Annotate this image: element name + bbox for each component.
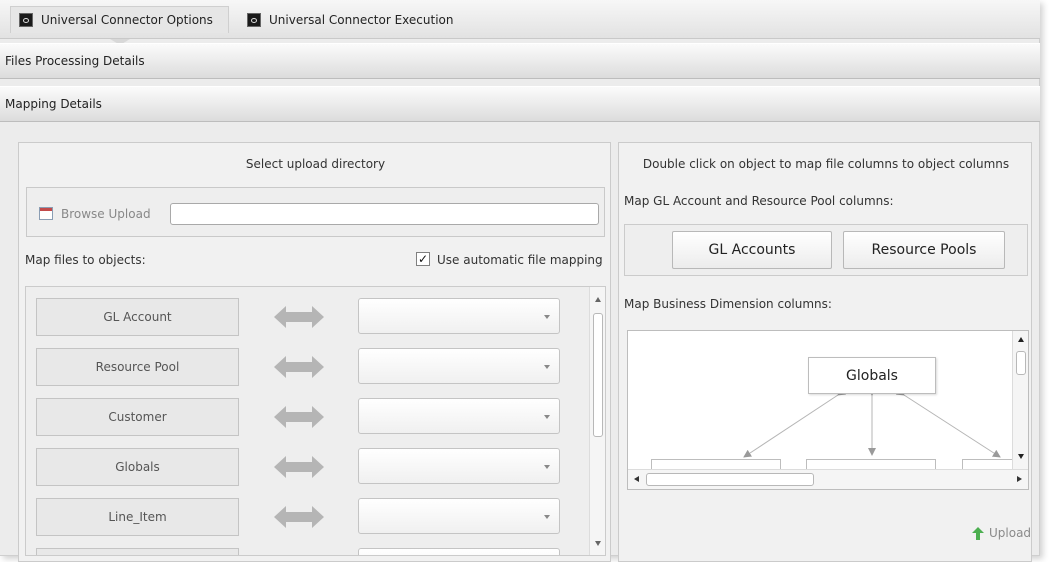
browse-upload-label: Browse Upload — [61, 207, 151, 221]
double-click-instruction: Double click on object to map file colum… — [642, 157, 1010, 171]
tab-bar: Universal Connector Options Universal Co… — [0, 0, 1040, 45]
upload-directory-input[interactable] — [170, 203, 599, 225]
file-select-dropdown[interactable] — [358, 448, 560, 484]
tab-universal-connector-options[interactable]: Universal Connector Options — [10, 6, 229, 33]
scroll-right-icon[interactable] — [1017, 476, 1022, 482]
resource-pools-button[interactable]: Resource Pools — [843, 231, 1005, 269]
connector-icon — [247, 12, 261, 27]
upload-arrow-icon — [972, 526, 984, 540]
map-files-label: Map files to objects: — [25, 253, 146, 267]
object-list-scrollbar[interactable] — [589, 287, 605, 555]
upload-label: Upload — [989, 526, 1032, 540]
connector-icon — [19, 13, 33, 27]
object-globals[interactable]: Globals — [36, 448, 239, 486]
tab-universal-connector-execution[interactable]: Universal Connector Execution — [239, 6, 469, 33]
automatic-mapping-checkbox[interactable]: ✓ — [416, 252, 430, 266]
calendar-icon — [39, 207, 53, 220]
chevron-down-icon — [544, 415, 550, 419]
object-resource-pool[interactable]: Resource Pool — [36, 348, 239, 386]
scroll-left-icon[interactable] — [634, 476, 639, 482]
chevron-down-icon — [544, 315, 550, 319]
object-customer[interactable]: Customer — [36, 398, 239, 436]
object-partial-row[interactable] — [36, 548, 239, 555]
object-columns-panel: Double click on object to map file colum… — [618, 142, 1032, 562]
diagram-horizontal-scrollbar[interactable] — [628, 469, 1028, 489]
business-dimension-label: Map Business Dimension columns: — [624, 297, 832, 311]
scroll-up-icon[interactable] — [1018, 337, 1024, 342]
file-select-dropdown[interactable] — [358, 398, 560, 434]
scroll-down-icon[interactable] — [595, 541, 601, 546]
automatic-mapping-label: Use automatic file mapping — [437, 253, 603, 267]
chevron-down-icon — [544, 365, 550, 369]
scroll-thumb[interactable] — [593, 313, 603, 437]
file-mapping-panel: Select upload directory Browse Upload Ma… — [18, 142, 611, 562]
select-directory-title: Select upload directory — [245, 157, 386, 171]
file-select-dropdown[interactable] — [358, 298, 560, 334]
object-line-item[interactable]: Line_Item — [36, 498, 239, 536]
object-mapping-list: GL Account Resource Pool Customer Global… — [25, 286, 606, 556]
tab-label: Universal Connector Options — [41, 13, 213, 27]
tab-label: Universal Connector Execution — [269, 12, 454, 27]
gl-resource-pool-label: Map GL Account and Resource Pool columns… — [624, 194, 894, 208]
diagram-node-globals[interactable]: Globals — [808, 357, 936, 394]
browse-upload-button[interactable]: Browse Upload — [39, 207, 169, 221]
mapping-arrow-icon — [274, 306, 324, 328]
scroll-up-icon[interactable] — [595, 297, 601, 302]
mapping-arrow-icon — [274, 406, 324, 428]
scroll-down-icon[interactable] — [1018, 454, 1024, 459]
chevron-down-icon — [544, 515, 550, 519]
file-select-dropdown[interactable] — [358, 348, 560, 384]
gl-accounts-button[interactable]: GL Accounts — [672, 231, 832, 269]
gl-resource-pool-group: GL Accounts Resource Pools — [624, 224, 1028, 276]
chevron-down-icon — [544, 465, 550, 469]
file-select-dropdown[interactable] — [358, 548, 560, 555]
business-dimension-diagram[interactable]: Globals — [627, 330, 1029, 490]
upload-button[interactable]: Upload — [972, 525, 1031, 541]
section-title: Mapping Details — [5, 97, 102, 111]
object-gl-account[interactable]: GL Account — [36, 298, 239, 336]
mapping-arrow-icon — [274, 356, 324, 378]
mapping-details-header[interactable]: Mapping Details — [0, 86, 1040, 122]
files-processing-header[interactable]: Files Processing Details — [0, 43, 1040, 79]
browse-upload-group: Browse Upload — [26, 187, 605, 237]
section-title: Files Processing Details — [5, 54, 145, 68]
scroll-thumb[interactable] — [646, 473, 814, 486]
mapping-arrow-icon — [274, 506, 324, 528]
diagram-vertical-scrollbar[interactable] — [1012, 331, 1028, 469]
scroll-thumb[interactable] — [1016, 351, 1026, 375]
file-select-dropdown[interactable] — [358, 498, 560, 534]
mapping-arrow-icon — [274, 456, 324, 478]
